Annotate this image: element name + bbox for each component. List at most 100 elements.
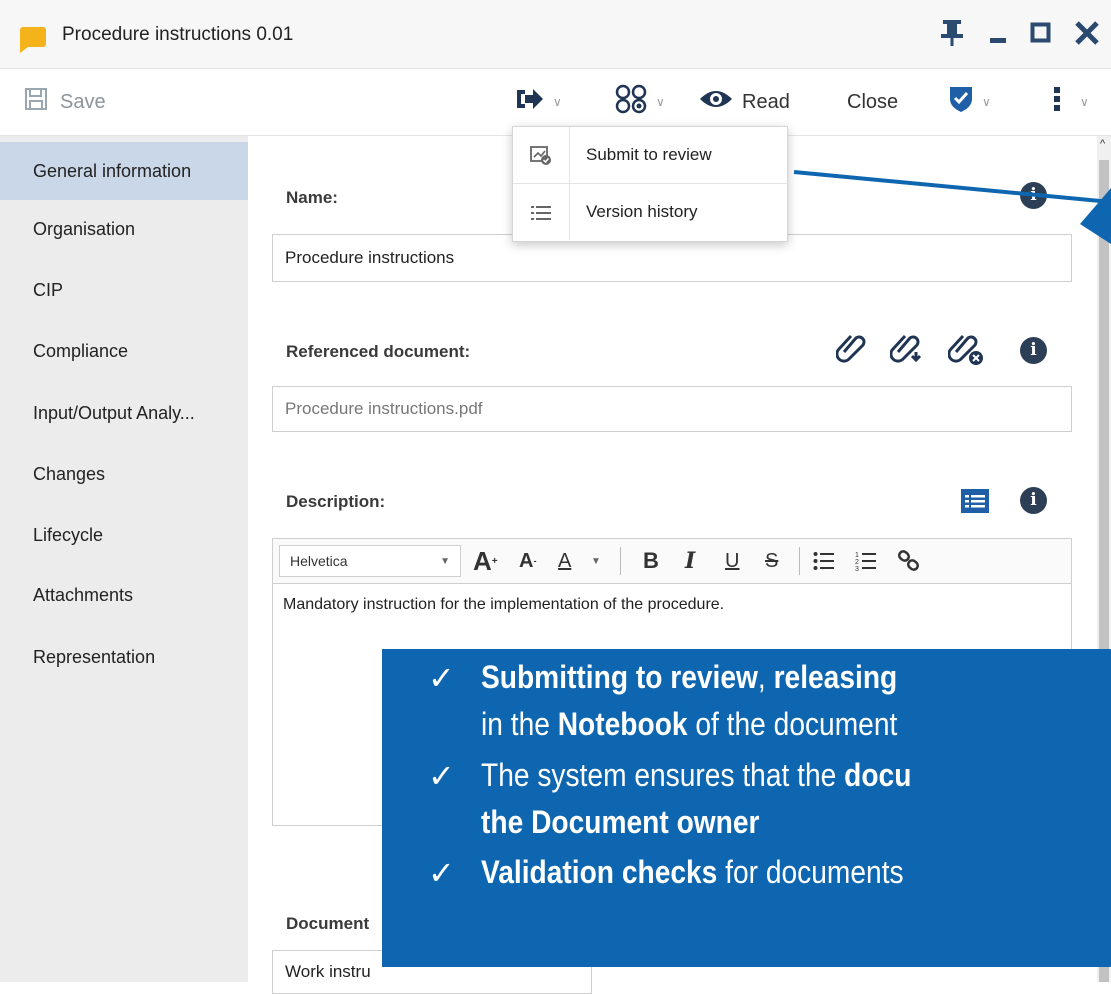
workflow-dropdown-menu: Submit to review Version history bbox=[512, 126, 788, 242]
sidebar: General information Organisation CIP Com… bbox=[0, 136, 248, 982]
list-icon bbox=[513, 184, 570, 240]
list-view-icon[interactable] bbox=[960, 488, 990, 522]
callout-text: , bbox=[757, 659, 774, 695]
sidebar-item-representation[interactable]: Representation bbox=[0, 628, 248, 686]
close-label: Close bbox=[847, 90, 899, 113]
callout-bold-text: releasing bbox=[773, 659, 898, 695]
link-icon[interactable] bbox=[897, 545, 921, 577]
status-dropdown-button[interactable]: ∨ bbox=[948, 69, 991, 135]
attach-icon[interactable] bbox=[835, 330, 870, 372]
menu-item-submit-to-review[interactable]: Submit to review bbox=[513, 127, 787, 184]
callout-line-3: The system ensures that the docu bbox=[481, 757, 911, 794]
callout-text: for documents bbox=[717, 854, 904, 890]
chevron-down-icon: ∨ bbox=[1080, 95, 1089, 109]
sidebar-item-general-information[interactable]: General information bbox=[0, 142, 248, 200]
sidebar-item-changes[interactable]: Changes bbox=[0, 445, 248, 503]
chevron-down-icon: ∨ bbox=[982, 95, 991, 109]
check-mark-icon: ✓ bbox=[428, 758, 455, 794]
referenced-document-field[interactable]: Procedure instructions.pdf bbox=[272, 386, 1072, 432]
callout-arrow-head bbox=[1080, 188, 1111, 244]
menu-item-version-history[interactable]: Version history bbox=[513, 184, 787, 240]
underline-icon[interactable]: U bbox=[725, 545, 739, 577]
toolbar-divider bbox=[620, 547, 621, 575]
maximize-icon[interactable] bbox=[1030, 18, 1052, 52]
numbered-list-icon[interactable]: 123 bbox=[855, 545, 877, 577]
scroll-up-icon[interactable]: ^ bbox=[1100, 138, 1105, 150]
sidebar-item-label: Attachments bbox=[33, 584, 134, 605]
name-label: Name: bbox=[286, 188, 338, 207]
editor-toolbar: Helvetica ▼ A + A- A ▼ B I U S 123 bbox=[272, 538, 1072, 584]
save-icon bbox=[24, 87, 48, 117]
font-select[interactable]: Helvetica ▼ bbox=[279, 545, 461, 577]
referenced-document-label: Referenced document: bbox=[286, 342, 471, 361]
font-select-value: Helvetica bbox=[290, 553, 348, 569]
kebab-menu-icon bbox=[1052, 85, 1062, 119]
attach-remove-icon[interactable] bbox=[947, 330, 986, 374]
strikethrough-icon[interactable]: S bbox=[765, 545, 778, 577]
check-mark-icon: ✓ bbox=[428, 660, 455, 696]
callout-line-2: in the Notebook of the document bbox=[481, 706, 897, 743]
sidebar-item-label: Lifecycle bbox=[33, 524, 104, 545]
sidebar-item-lifecycle[interactable]: Lifecycle bbox=[0, 506, 248, 564]
sidebar-item-label: Changes bbox=[33, 463, 106, 484]
callout-text: The system ensures that the bbox=[481, 757, 845, 793]
svg-text:3: 3 bbox=[855, 566, 859, 572]
sidebar-item-label: Compliance bbox=[33, 340, 129, 361]
callout-line-1: Submitting to review, releasing bbox=[481, 659, 897, 696]
menu-item-label: Submit to review bbox=[586, 145, 712, 164]
pin-icon[interactable] bbox=[940, 18, 964, 52]
sidebar-item-label: CIP bbox=[33, 279, 64, 300]
chevron-down-icon: ▼ bbox=[440, 555, 450, 567]
sidebar-item-label: Organisation bbox=[33, 218, 136, 239]
exit-arrow-icon bbox=[515, 87, 545, 117]
callout-arrow bbox=[793, 170, 1111, 240]
menu-item-label: Version history bbox=[586, 202, 698, 221]
eye-icon bbox=[698, 87, 734, 117]
sidebar-item-attachments[interactable]: Attachments bbox=[0, 566, 248, 624]
document-icon bbox=[20, 27, 46, 53]
save-label: Save bbox=[60, 90, 106, 113]
callout-text: of the document bbox=[687, 706, 898, 742]
check-mark-icon: ✓ bbox=[428, 855, 455, 891]
increase-font-icon[interactable]: A + bbox=[473, 545, 498, 577]
callout-bold-text: Notebook bbox=[557, 706, 688, 742]
minimize-icon[interactable] bbox=[988, 18, 1008, 52]
sidebar-item-organisation[interactable]: Organisation bbox=[0, 200, 248, 258]
chevron-down-icon[interactable]: ▼ bbox=[591, 545, 601, 577]
description-text: Mandatory instruction for the implementa… bbox=[283, 596, 725, 613]
submit-review-icon bbox=[513, 127, 570, 183]
sidebar-item-input-output-analysis[interactable]: Input/Output Analy... bbox=[0, 384, 248, 442]
shield-check-icon bbox=[948, 85, 974, 119]
svg-text:2: 2 bbox=[855, 559, 859, 566]
info-icon[interactable]: i bbox=[1020, 487, 1047, 514]
window-title: Procedure instructions 0.01 bbox=[62, 24, 294, 45]
callout-bold-text: docu bbox=[844, 757, 912, 793]
callout-bold-text: Validation checks bbox=[481, 854, 718, 890]
sidebar-item-compliance[interactable]: Compliance bbox=[0, 322, 248, 380]
description-label: Description: bbox=[286, 492, 386, 511]
close-button[interactable]: Close bbox=[847, 69, 898, 135]
title-bar: Procedure instructions 0.01 bbox=[0, 0, 1111, 69]
callout-bold-text: Submitting to review bbox=[481, 659, 758, 695]
bullet-list-icon[interactable] bbox=[813, 545, 835, 577]
relations-icon bbox=[614, 84, 648, 120]
callout-line-5: Validation checks for documents bbox=[481, 854, 904, 891]
document-type-label: Document bbox=[286, 914, 370, 933]
attach-download-icon[interactable] bbox=[889, 330, 928, 372]
bold-icon[interactable]: B bbox=[643, 545, 659, 577]
chevron-down-icon: ∨ bbox=[656, 95, 665, 109]
more-options-button[interactable]: ∨ bbox=[1052, 69, 1089, 135]
font-color-icon[interactable]: A bbox=[558, 545, 571, 577]
decrease-font-icon[interactable]: A- bbox=[519, 545, 536, 577]
italic-icon[interactable]: I bbox=[685, 545, 695, 577]
callout-text: in the bbox=[481, 706, 558, 742]
save-button[interactable]: Save bbox=[24, 69, 106, 135]
callout-panel: ✓ Submitting to review, releasing in the… bbox=[382, 649, 1111, 967]
info-icon[interactable]: i bbox=[1020, 337, 1047, 364]
svg-text:1: 1 bbox=[855, 552, 859, 559]
close-icon[interactable] bbox=[1074, 18, 1100, 52]
sidebar-item-cip[interactable]: CIP bbox=[0, 261, 248, 319]
callout-line-4: the Document owner bbox=[481, 804, 759, 841]
callout-bold-text: the Document owner bbox=[481, 804, 760, 840]
toolbar-divider bbox=[799, 547, 800, 575]
